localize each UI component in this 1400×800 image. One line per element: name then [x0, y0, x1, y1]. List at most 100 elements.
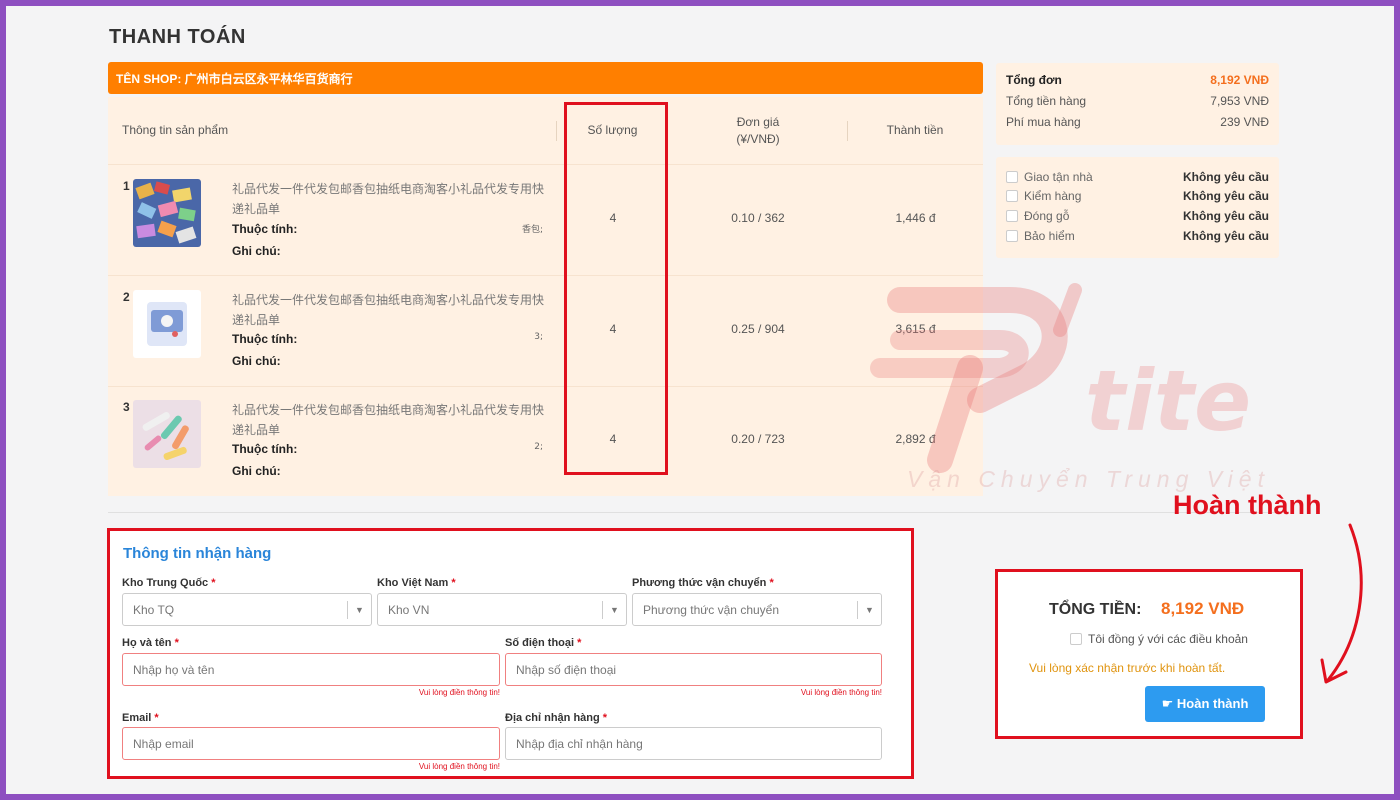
section-divider: [108, 512, 1280, 513]
table-row: 2 礼品代发一件代发包邮香包抽纸电商淘客小礼品代发专用快递礼品单 Thuộc t…: [108, 276, 983, 386]
header-separator: [556, 121, 557, 141]
watermark-brand-text: tite: [1085, 352, 1251, 450]
row-index: 2: [123, 290, 130, 304]
complete-button-label: Hoàn thành: [1176, 696, 1249, 711]
caret-down-icon[interactable]: ▼: [347, 601, 371, 619]
phone-error: Vui lòng điền thông tin!: [800, 688, 882, 697]
grand-total-value: 8,192 VNĐ: [1161, 599, 1245, 618]
kho-vn-select[interactable]: Kho VN ▼: [377, 593, 627, 626]
email-error: Vui lòng điền thông tin!: [418, 762, 500, 771]
pointing-hand-icon: ☛: [1161, 696, 1174, 711]
service-label: Bảo hiểm: [1024, 229, 1075, 243]
service-row: Bảo hiểm Không yêu cầu: [1006, 229, 1269, 243]
terms-row: Tôi đồng ý với các điều khoản: [1070, 632, 1248, 646]
shipping-method-label: Phương thức vận chuyển *: [632, 577, 774, 589]
note-label: Ghi chú:: [232, 354, 281, 368]
shipping-info-form: Thông tin nhận hàng Kho Trung Quốc * Kho…: [107, 528, 914, 779]
service-value: Không yêu cầu: [1182, 229, 1269, 243]
terms-checkbox[interactable]: [1070, 633, 1082, 645]
product-name[interactable]: 礼品代发一件代发包邮香包抽纸电商淘客小礼品代发专用快递礼品单: [232, 290, 548, 330]
name-error: Vui lòng điền thông tin!: [418, 688, 500, 697]
service-checkbox[interactable]: [1006, 210, 1018, 222]
confirm-warning: Vui lòng xác nhận trước khi hoàn tất.: [1029, 661, 1226, 675]
service-label: Kiểm hàng: [1024, 189, 1082, 203]
kho-tq-label: Kho Trung Quốc *: [122, 577, 216, 589]
quantity-highlight-box: [564, 102, 668, 475]
service-value: Không yêu cầu: [1182, 170, 1269, 184]
attr-label: Thuộc tính:: [232, 442, 298, 456]
caret-down-icon[interactable]: ▼: [602, 601, 626, 619]
header-unit-price: Đơn giá: [736, 115, 780, 129]
order-total-label: Tổng đơn: [1006, 73, 1062, 87]
email-label: Email *: [122, 712, 159, 724]
product-image[interactable]: [133, 400, 201, 468]
complete-button[interactable]: ☛ Hoàn thành: [1145, 686, 1265, 722]
kho-tq-value: Kho TQ: [133, 603, 175, 617]
note-label: Ghi chú:: [232, 244, 281, 258]
kho-vn-value: Kho VN: [388, 603, 430, 617]
order-total-value: 8,192 VNĐ: [1210, 73, 1269, 87]
service-label: Giao tận nhà: [1024, 170, 1093, 184]
services-panel: Giao tận nhà Không yêu cầu Kiểm hàng Khô…: [996, 157, 1279, 258]
kho-tq-select[interactable]: Kho TQ ▼: [122, 593, 372, 626]
phone-input[interactable]: Nhập số điện thoại: [505, 653, 882, 686]
unit-price-value: 0.25 / 904: [731, 322, 785, 336]
amount-value: 1,446 đ: [895, 211, 936, 225]
address-input[interactable]: Nhập địa chỉ nhận hàng: [505, 727, 882, 760]
goods-total-label: Tổng tiền hàng: [1006, 94, 1087, 108]
attr-value: 3;: [534, 332, 543, 342]
shipping-method-select[interactable]: Phương thức vận chuyển ▼: [632, 593, 882, 626]
product-name[interactable]: 礼品代发一件代发包邮香包抽纸电商淘客小礼品代发专用快递礼品单: [232, 400, 548, 440]
amount-value: 2,892 đ: [895, 432, 936, 446]
attr-value: 香包;: [521, 225, 543, 235]
table-row: 3 礼品代发一件代发包邮香包抽纸电商淘客小礼品代发专用快递礼品单 Thuộc t…: [108, 386, 983, 496]
service-row: Đóng gỗ Không yêu cầu: [1006, 209, 1269, 223]
service-value: Không yêu cầu: [1182, 209, 1269, 223]
fee-label: Phí mua hàng: [1006, 115, 1081, 129]
product-image[interactable]: [133, 290, 201, 358]
goods-total-row: Tổng tiền hàng 7,953 VNĐ: [1006, 94, 1269, 108]
form-title: Thông tin nhận hàng: [123, 545, 272, 562]
service-label: Đóng gỗ: [1024, 209, 1070, 223]
kho-vn-label: Kho Việt Nam *: [377, 577, 456, 589]
header-unit-price-unit: (¥/VNĐ): [736, 132, 780, 146]
service-row: Giao tận nhà Không yêu cầu: [1006, 170, 1269, 184]
address-label: Địa chỉ nhận hàng *: [505, 712, 608, 724]
grand-total-label: TỔNG TIỀN:: [1049, 601, 1142, 618]
name-input[interactable]: Nhập họ và tên: [122, 653, 500, 686]
unit-price-value: 0.20 / 723: [731, 432, 785, 446]
attr-label: Thuộc tính:: [232, 222, 298, 236]
row-index: 3: [123, 400, 130, 414]
header-product: Thông tin sản phẩm: [122, 123, 229, 137]
annotation-arrow-icon: [1320, 523, 1363, 684]
table-row: 1 礼品代发一件代发包邮香包抽纸电商淘客小礼品代发专用快递礼品单 Thuộc t…: [108, 165, 983, 275]
page-title: THANH TOÁN: [109, 26, 246, 48]
unit-price-value: 0.10 / 362: [731, 211, 785, 225]
service-checkbox[interactable]: [1006, 171, 1018, 183]
caret-down-icon[interactable]: ▼: [857, 601, 881, 619]
watermark-tagline: Vận Chuyển Trung Việt: [907, 466, 1270, 492]
phone-label: Số điện thoại *: [505, 637, 582, 649]
annotation-label: Hoàn thành: [1173, 490, 1322, 520]
amount-value: 3,615 đ: [895, 322, 936, 336]
service-value: Không yêu cầu: [1182, 189, 1269, 203]
product-image[interactable]: [133, 179, 201, 247]
order-total-row: Tổng đơn 8,192 VNĐ: [1006, 73, 1269, 87]
attr-value: 2;: [534, 442, 543, 452]
product-name[interactable]: 礼品代发一件代发包邮香包抽纸电商淘客小礼品代发专用快递礼品单: [232, 179, 548, 219]
name-label: Họ và tên *: [122, 637, 179, 649]
service-checkbox[interactable]: [1006, 190, 1018, 202]
shipping-method-value: Phương thức vận chuyển: [643, 603, 780, 617]
fee-value: 239 VNĐ: [1220, 115, 1269, 129]
goods-total-value: 7,953 VNĐ: [1210, 94, 1269, 108]
email-input[interactable]: Nhập email: [122, 727, 500, 760]
fee-row: Phí mua hàng 239 VNĐ: [1006, 115, 1269, 129]
terms-label[interactable]: Tôi đồng ý với các điều khoản: [1088, 632, 1248, 646]
header-amount: Thành tiền: [886, 123, 944, 137]
row-index: 1: [123, 179, 130, 193]
service-checkbox[interactable]: [1006, 230, 1018, 242]
note-label: Ghi chú:: [232, 464, 281, 478]
service-row: Kiểm hàng Không yêu cầu: [1006, 189, 1269, 203]
shop-name-bar: TÊN SHOP: 广州市白云区永平林华百货商行: [108, 62, 983, 94]
header-separator: [847, 121, 848, 141]
